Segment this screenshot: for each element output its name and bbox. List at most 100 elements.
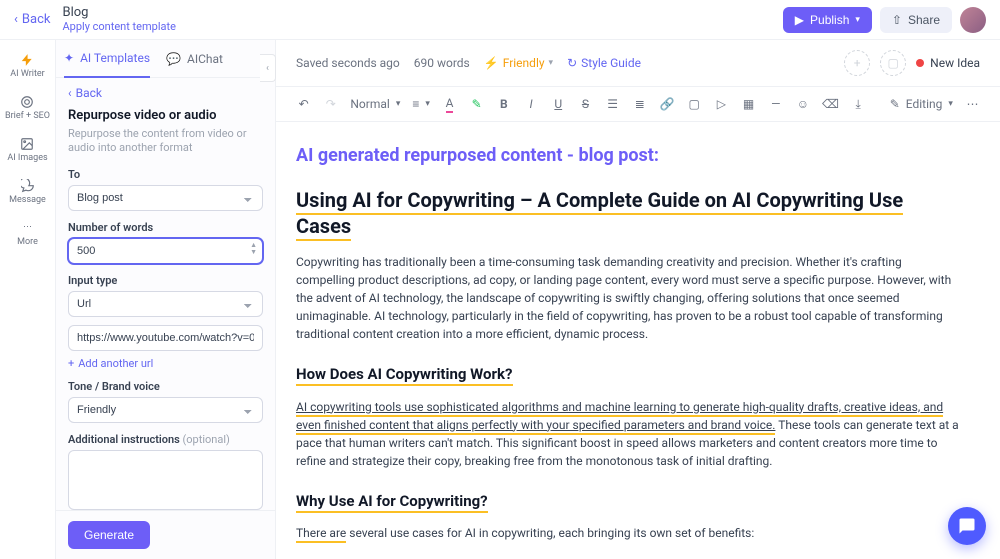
code-button[interactable]: ▷ — [714, 96, 729, 112]
italic-button[interactable]: I — [523, 96, 538, 112]
undo-button[interactable]: ↶ — [296, 96, 311, 112]
tab-label: AIChat — [187, 52, 223, 66]
template-title: Repurpose video or audio — [68, 108, 263, 123]
back-link[interactable]: ‹ Back — [14, 12, 50, 27]
additional-textarea[interactable] — [68, 450, 263, 510]
nav-label: More — [17, 238, 38, 248]
table-button[interactable]: ▦ — [741, 96, 756, 112]
to-select[interactable]: Blog post — [68, 185, 263, 211]
image-icon — [19, 136, 35, 152]
additional-label: Additional instructions (optional) — [68, 433, 263, 446]
tone-label: Tone / Brand voice — [68, 380, 263, 393]
tab-ai-templates[interactable]: ✦ AI Templates — [64, 40, 150, 78]
style-guide-label: Style Guide — [581, 56, 641, 70]
image-button[interactable]: ▢ — [687, 96, 702, 112]
dots-icon: ⋯ — [19, 220, 35, 236]
numbered-list-button[interactable]: ≣ — [632, 96, 647, 112]
nav-more[interactable]: ⋯ More — [17, 220, 38, 248]
panel-back-link[interactable]: ‹ Back — [68, 86, 263, 100]
align-select[interactable]: ≡▾ — [412, 97, 430, 111]
plus-icon: + — [68, 357, 74, 370]
number-spinner[interactable]: ▲▼ — [250, 242, 257, 256]
hr-button[interactable]: — — [768, 96, 783, 112]
new-idea-label: New Idea — [930, 56, 980, 70]
more-button[interactable]: ⋯ — [965, 96, 980, 112]
editing-label: Editing — [906, 97, 943, 111]
style-guide-link[interactable]: ↻ Style Guide — [567, 56, 641, 70]
doc-h2: Using AI for Copywriting – A Complete Gu… — [296, 187, 960, 239]
page-title-block: Blog Apply content template — [62, 6, 175, 32]
new-idea-button[interactable]: New Idea — [916, 56, 980, 70]
nav-message[interactable]: Message — [9, 178, 46, 206]
avatar[interactable] — [960, 7, 986, 33]
doc-paragraph: Copywriting has traditionally been a tim… — [296, 253, 960, 343]
nav-label: Brief + SEO — [5, 112, 50, 122]
chevron-down-icon: ▾ — [948, 99, 953, 109]
doc-heading-purple: AI generated repurposed content - blog p… — [296, 142, 960, 169]
left-nav: AI Writer Brief + SEO AI Images Message … — [0, 40, 56, 559]
person-plus-icon: + — [854, 56, 861, 70]
generate-button[interactable]: Generate — [68, 521, 150, 549]
text-color-button[interactable]: A — [442, 96, 457, 112]
clear-format-button[interactable]: ⌫ — [823, 96, 839, 112]
panel-back-label: Back — [76, 86, 102, 100]
saved-status: Saved seconds ago — [296, 56, 400, 70]
template-desc: Repurpose the content from video or audi… — [68, 127, 263, 156]
nav-label: AI Images — [7, 154, 47, 164]
editor: Saved seconds ago 690 words ⚡ Friendly ▾… — [276, 40, 1000, 559]
add-user-dashed[interactable]: + — [844, 50, 870, 76]
publish-label: Publish — [810, 13, 849, 27]
red-dot-icon — [916, 59, 924, 67]
underline-button[interactable]: U — [551, 96, 566, 112]
chevron-down-icon: ▾ — [549, 58, 554, 68]
url-input[interactable] — [68, 325, 263, 351]
chat-icon — [20, 178, 36, 194]
document-body[interactable]: AI generated repurposed content - blog p… — [276, 122, 1000, 559]
input-type-select[interactable]: Url — [68, 291, 263, 317]
bolt-icon — [19, 52, 35, 68]
image-dashed[interactable]: ▢ — [880, 50, 906, 76]
editing-mode-select[interactable]: ✎ Editing ▾ — [890, 97, 953, 111]
page-title: Blog — [62, 6, 175, 20]
bold-button[interactable]: B — [496, 96, 511, 112]
sparkle-icon: ✦ — [64, 51, 74, 65]
tone-dropdown[interactable]: ⚡ Friendly ▾ — [484, 56, 553, 70]
paragraph-style-select[interactable]: Normal ▾ — [350, 97, 400, 111]
share-button[interactable]: ⇧ Share — [880, 7, 952, 33]
side-panel: ‹ ✦ AI Templates 💬 AIChat ‹ Back Repurpo… — [56, 40, 276, 559]
highlight-button[interactable]: ✎ — [469, 96, 484, 112]
chevron-down-icon: ▾ — [855, 14, 860, 25]
tone-select[interactable]: Friendly — [68, 397, 263, 423]
nav-ai-images[interactable]: AI Images — [7, 136, 47, 164]
redo-button[interactable]: ↷ — [323, 96, 338, 112]
export-button[interactable]: ⤓ — [851, 96, 866, 112]
bolt-icon: ⚡ — [484, 56, 499, 70]
chat-fab[interactable] — [948, 507, 986, 545]
play-icon: ▶ — [795, 13, 804, 27]
refresh-icon: ↻ — [567, 56, 577, 70]
nav-brief-seo[interactable]: Brief + SEO — [5, 94, 50, 122]
strikethrough-button[interactable]: S — [578, 96, 593, 112]
tab-label: AI Templates — [80, 51, 150, 65]
chevron-left-icon: ‹ — [14, 12, 18, 27]
words-input[interactable] — [68, 238, 263, 264]
nav-label: Message — [9, 196, 46, 206]
word-count: 690 words — [414, 56, 470, 70]
doc-paragraph: AI copywriting tools use sophisticated a… — [296, 398, 960, 470]
add-url-link[interactable]: + Add another url — [68, 357, 263, 370]
nav-ai-writer[interactable]: AI Writer — [10, 52, 44, 80]
image-icon: ▢ — [887, 56, 898, 70]
add-url-label: Add another url — [78, 357, 153, 370]
link-button[interactable]: 🔗 — [659, 96, 674, 112]
tab-ai-chat[interactable]: 💬 AIChat — [166, 40, 223, 78]
emoji-button[interactable]: ☺ — [795, 96, 810, 112]
publish-button[interactable]: ▶ Publish ▾ — [783, 7, 872, 33]
input-type-label: Input type — [68, 274, 263, 287]
collapse-panel-button[interactable]: ‹ — [260, 54, 276, 82]
apply-template-link[interactable]: Apply content template — [62, 21, 175, 33]
to-label: To — [68, 168, 263, 181]
words-label: Number of words — [68, 221, 263, 234]
align-left-icon: ≡ — [412, 97, 419, 111]
style-label: Normal — [350, 97, 389, 111]
bullet-list-button[interactable]: ☰ — [605, 96, 620, 112]
